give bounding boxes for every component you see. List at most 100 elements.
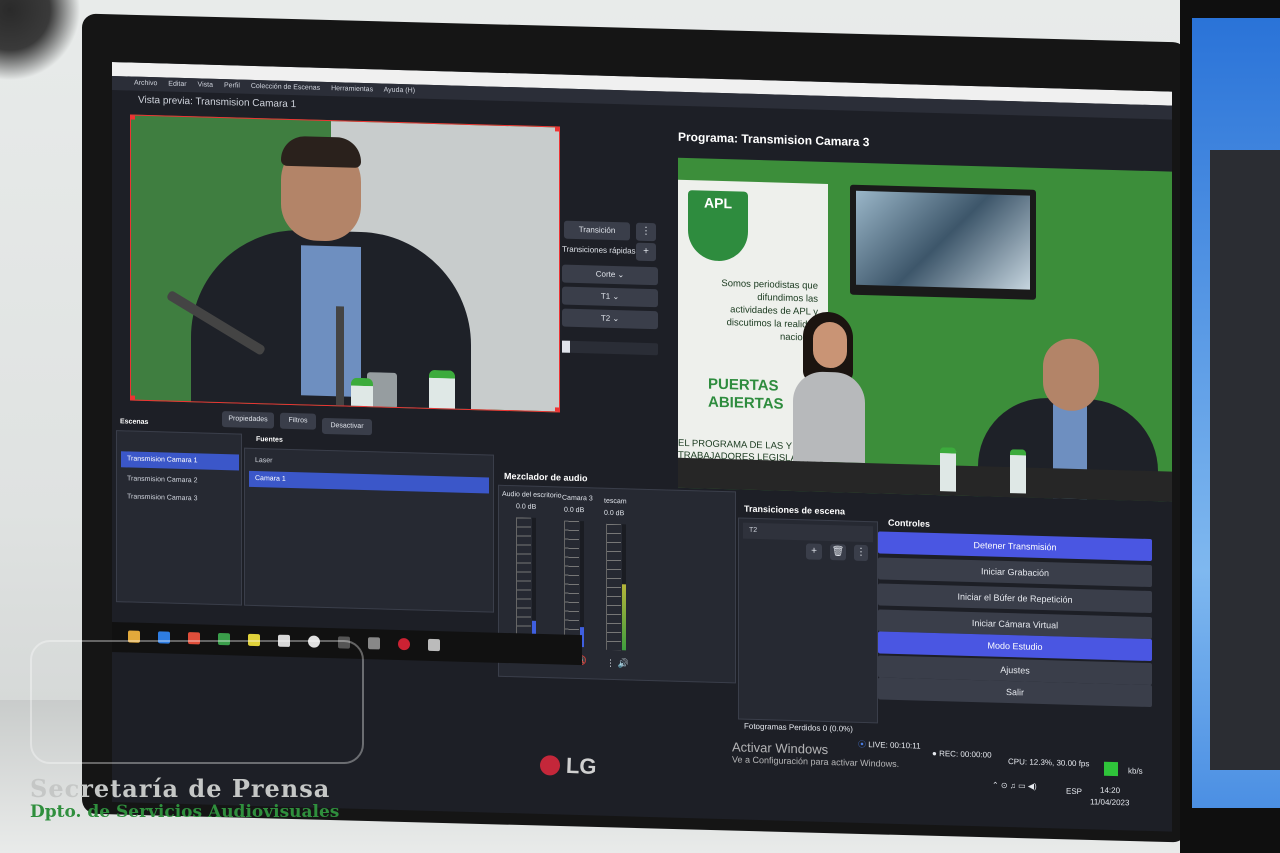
settings-gear-icon[interactable] <box>368 637 380 650</box>
controls-title: Controles <box>888 517 931 529</box>
deactivate-button[interactable]: Desactivar <box>322 417 372 436</box>
cut-label: Corte <box>595 269 616 280</box>
transform-handle[interactable] <box>131 115 135 120</box>
scene-transitions-title: Transiciones de escena <box>744 503 846 517</box>
cpu-status: CPU: 12.3%, 30.00 fps <box>1008 757 1090 769</box>
servicios-audiovisuales-subtitle: Dpto. de Servicios Audiovisuales <box>30 802 340 822</box>
scene-item[interactable]: Transmision Camara 2 <box>121 471 239 490</box>
scenes-title: Escenas <box>120 418 149 427</box>
obs-icon[interactable] <box>398 637 410 651</box>
menu-item-escenas[interactable]: Colección de Escenas <box>251 83 320 92</box>
start-recording-button[interactable]: Iniciar Grabación <box>878 557 1152 588</box>
rec-status: ● REC: 00:00:00 <box>932 749 992 760</box>
t2-label: T2 <box>600 313 611 323</box>
quick-transitions-label: Transiciones rápidas <box>562 244 636 256</box>
transition-button[interactable]: Transición <box>564 220 630 241</box>
sources-title: Fuentes <box>256 436 283 444</box>
program-title: Programa: Transmision Camara 3 <box>678 129 870 150</box>
volume-meter <box>580 521 584 648</box>
language-indicator[interactable]: ESP <box>1066 787 1082 796</box>
tv-screen <box>856 190 1030 290</box>
menu-item-editar[interactable]: Editar <box>168 81 186 89</box>
chevron-down-icon: ⌄ <box>612 291 620 302</box>
channel-db: 0.0 dB <box>604 509 625 518</box>
channel-name: Camara 3 <box>562 494 593 503</box>
add-transition-icon[interactable]: + <box>806 543 822 560</box>
preview-title: Vista previa: Transmision Camara 1 <box>138 94 297 111</box>
audio-mixer-title: Mezclador de audio <box>504 470 588 484</box>
meter-level <box>622 584 626 651</box>
fmt-watermark-outline <box>30 640 364 764</box>
kbs-status: kb/s <box>1128 766 1143 776</box>
scene-item-selected[interactable]: Transmision Camara 1 <box>121 451 239 471</box>
menu-item-vista[interactable]: Vista <box>198 81 213 88</box>
wall-tv <box>850 184 1036 300</box>
clock-time[interactable]: 14:20 <box>1100 786 1120 796</box>
transition-slider[interactable] <box>562 340 658 356</box>
second-monitor-panel <box>1210 150 1280 770</box>
chevron-down-icon: ⌄ <box>612 313 620 324</box>
t1-transition-button[interactable]: T1 ⌄ <box>562 286 658 308</box>
t1-label: T1 <box>600 291 611 301</box>
scene-transition-select[interactable]: T2 <box>743 522 873 543</box>
live-icon: ⦿ <box>858 739 869 750</box>
lg-text: LG <box>565 752 597 779</box>
delete-transition-icon[interactable]: 🗑 <box>830 544 846 561</box>
cut-transition-button[interactable]: Corte ⌄ <box>562 264 658 286</box>
transform-handle[interactable] <box>555 407 559 412</box>
t2-transition-button[interactable]: T2 ⌄ <box>562 308 658 330</box>
host-top <box>793 371 865 464</box>
filters-button[interactable]: Filtros <box>280 412 316 430</box>
apl-logo: APL <box>688 190 748 262</box>
speaker-hair <box>281 135 361 168</box>
menu-item-archivo[interactable]: Archivo <box>134 80 157 88</box>
rec-time: REC: 00:00:00 <box>939 749 992 760</box>
rec-icon: ● <box>932 748 940 759</box>
water-bottle <box>940 447 956 492</box>
meter-scale <box>606 523 621 651</box>
add-quick-transition-icon[interactable]: + <box>636 242 656 262</box>
water-bottle <box>1010 449 1026 494</box>
stream-health-indicator <box>1104 761 1118 777</box>
app-icon[interactable] <box>428 638 440 652</box>
speaker-shirt <box>301 245 361 397</box>
speaker-icon[interactable]: ⋮ 🔊 <box>606 658 629 670</box>
secretaria-prensa-title: Secretaría de Prensa <box>30 774 331 803</box>
transform-handle[interactable] <box>555 127 559 132</box>
volume-meter <box>532 517 536 644</box>
water-bottle <box>351 377 373 413</box>
host-face <box>813 321 847 369</box>
lg-logo-icon <box>539 755 561 776</box>
sources-dock: Laser Camara 1 <box>244 447 494 613</box>
program-video: APL Somos periodistas que difundimos las… <box>678 157 1172 502</box>
scene-item[interactable]: Transmision Camara 3 <box>121 489 239 508</box>
background-shadow <box>0 0 80 90</box>
water-bottle <box>429 369 455 413</box>
properties-button[interactable]: Propiedades <box>222 411 274 429</box>
channel-name: tescam <box>604 497 627 506</box>
transition-menu-icon[interactable]: ⋮ <box>636 222 656 242</box>
live-status: ⦿ LIVE: 00:10:11 <box>858 739 921 752</box>
live-time: LIVE: 00:10:11 <box>868 740 921 751</box>
volume-meter <box>622 524 626 651</box>
guest-head <box>1043 338 1099 412</box>
microphone-center <box>336 306 344 407</box>
dropped-frames: Fotogramas Perdidos 0 (0.0%) <box>744 721 853 734</box>
start-replay-buffer-button[interactable]: Iniciar el Búfer de Repetición <box>878 583 1152 614</box>
channel-db: 0.0 dB <box>564 506 585 515</box>
clock-date[interactable]: 11/04/2023 <box>1090 797 1129 807</box>
tray-icons[interactable]: ⌃ ⊙ ♫ ▭ ◀) <box>992 781 1037 791</box>
lg-logo: LG <box>539 752 597 780</box>
menu-item-herramientas[interactable]: Herramientas <box>331 85 373 93</box>
chevron-down-icon: ⌄ <box>617 270 625 280</box>
scenes-dock: Transmision Camara 1 Transmision Camara … <box>116 430 242 606</box>
channel-db: 0.0 dB <box>516 503 537 511</box>
meter-scale <box>516 517 531 644</box>
menu-item-perfil[interactable]: Perfil <box>224 82 240 89</box>
transform-handle[interactable] <box>131 395 135 400</box>
transition-options-icon[interactable]: ⋮ <box>854 544 868 562</box>
stop-streaming-button[interactable]: Detener Transmisión <box>878 531 1152 562</box>
preview-video[interactable] <box>130 114 560 413</box>
slider-handle[interactable] <box>562 340 570 353</box>
menu-item-ayuda[interactable]: Ayuda (H) <box>384 87 415 95</box>
